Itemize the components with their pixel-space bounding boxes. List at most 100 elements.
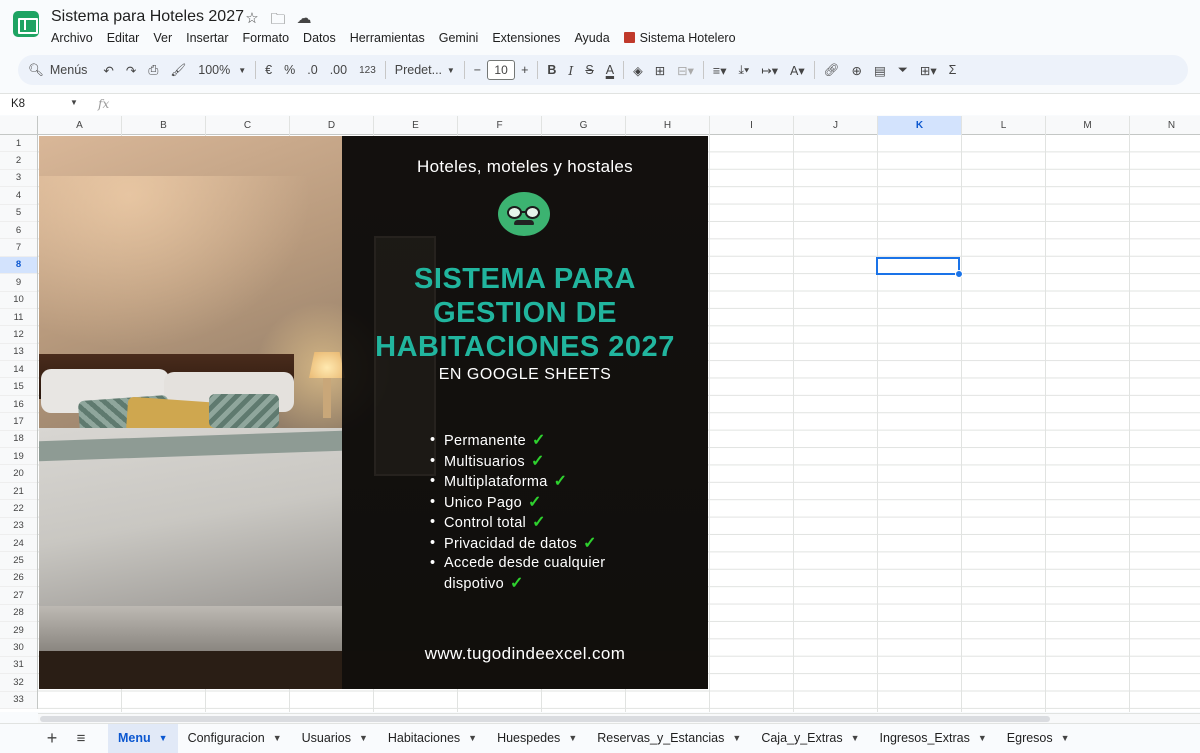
increase-decimals-button[interactable]: .00 <box>324 58 353 82</box>
column-header[interactable]: C <box>206 116 290 135</box>
row-header[interactable]: 14 <box>0 361 37 379</box>
menu-insertar[interactable]: Insertar <box>179 30 235 46</box>
name-box[interactable]: K8 <box>11 98 25 110</box>
row-header[interactable]: 27 <box>0 587 37 605</box>
vertical-align-icon[interactable]: ⤓▾ <box>733 58 756 82</box>
horizontal-scrollbar[interactable] <box>38 713 1200 723</box>
column-header[interactable]: E <box>374 116 458 135</box>
column-header[interactable]: D <box>290 116 374 135</box>
column-header[interactable]: M <box>1046 116 1130 135</box>
fill-color-icon[interactable]: ◈ <box>627 58 649 82</box>
text-color-button[interactable]: A <box>600 58 620 82</box>
redo-icon[interactable]: ↷ <box>120 58 142 82</box>
more-formats-button[interactable]: 123 <box>353 58 382 82</box>
menu-search[interactable]: 🔍︎ Menús <box>18 58 97 82</box>
sheet-tab-caja[interactable]: Caja_y_Extras ▼ <box>751 724 869 753</box>
row-header[interactable]: 31 <box>0 657 37 675</box>
column-header[interactable]: L <box>962 116 1046 135</box>
row-header[interactable]: 1 <box>0 135 37 153</box>
menu-herramientas[interactable]: Herramientas <box>343 30 432 46</box>
row-header[interactable]: 15 <box>0 378 37 396</box>
chevron-down-icon[interactable]: ▼ <box>70 98 78 107</box>
insert-comment-icon[interactable]: ⊕ <box>846 58 868 82</box>
row-header[interactable]: 16 <box>0 396 37 414</box>
font-select[interactable]: Predet... ▼ <box>389 58 461 82</box>
row-header[interactable]: 13 <box>0 344 37 362</box>
merge-cells-icon[interactable]: ⊟▾ <box>671 58 700 82</box>
menu-sistema-hotelero[interactable]: Sistema Hotelero <box>617 30 743 46</box>
currency-format-button[interactable]: € <box>259 58 278 82</box>
sheet-tab-configuracion[interactable]: Configuracion ▼ <box>178 724 292 753</box>
row-header[interactable]: 12 <box>0 326 37 344</box>
functions-button[interactable]: Σ <box>943 58 963 82</box>
horizontal-align-icon[interactable]: ≡▾ <box>707 58 733 82</box>
row-header[interactable]: 29 <box>0 622 37 640</box>
menu-gemini[interactable]: Gemini <box>432 30 486 46</box>
promo-banner-image[interactable]: Hoteles, moteles y hostales SISTEMA PARA… <box>39 136 708 689</box>
row-header[interactable]: 2 <box>0 152 37 170</box>
font-size-input[interactable]: 10 <box>487 60 516 80</box>
row-header[interactable]: 7 <box>0 239 37 257</box>
sheet-tab-ingresos[interactable]: Ingresos_Extras ▼ <box>870 724 997 753</box>
scrollbar-thumb[interactable] <box>40 716 1050 722</box>
spreadsheet-grid[interactable]: A B C D E F G H I J K L M N 1 2 3 4 5 6 7 8 9 10 1… <box>0 116 1200 712</box>
borders-icon[interactable]: ⊞ <box>649 58 671 82</box>
sheets-logo-icon[interactable] <box>13 11 39 37</box>
menu-ver[interactable]: Ver <box>146 30 179 46</box>
add-sheet-icon[interactable]: + <box>38 728 66 749</box>
row-header[interactable]: 25 <box>0 552 37 570</box>
row-header[interactable]: 19 <box>0 448 37 466</box>
column-header[interactable]: G <box>542 116 626 135</box>
column-header[interactable]: F <box>458 116 542 135</box>
document-title[interactable]: Sistema para Hoteles 2027 <box>51 8 244 26</box>
bold-button[interactable]: B <box>541 58 562 82</box>
font-size-decrease-button[interactable]: − <box>468 58 487 82</box>
paint-format-icon[interactable]: 🖌︎ <box>164 58 192 82</box>
insert-link-icon[interactable]: 🔗︎ <box>818 58 846 82</box>
row-header[interactable]: 32 <box>0 674 37 692</box>
row-header[interactable]: 10 <box>0 292 37 309</box>
row-header[interactable]: 5 <box>0 205 37 222</box>
menu-ayuda[interactable]: Ayuda <box>567 30 616 46</box>
menu-datos[interactable]: Datos <box>296 30 343 46</box>
row-header[interactable]: 3 <box>0 170 37 188</box>
row-header[interactable]: 18 <box>0 431 37 449</box>
column-header[interactable]: A <box>38 116 122 135</box>
text-wrap-icon[interactable]: ↦▾ <box>755 58 784 82</box>
all-sheets-icon[interactable]: ≡ <box>66 730 96 747</box>
font-size-increase-button[interactable]: + <box>515 58 534 82</box>
filter-views-icon[interactable]: ⊞▾ <box>914 58 943 82</box>
zoom-select[interactable]: 100% ▼ <box>192 58 252 82</box>
row-header[interactable]: 23 <box>0 518 37 535</box>
row-header[interactable]: 24 <box>0 535 37 553</box>
print-icon[interactable]: ⎙ <box>142 58 164 82</box>
sheet-tab-reservas[interactable]: Reservas_y_Estancias ▼ <box>587 724 751 753</box>
row-header[interactable]: 26 <box>0 570 37 588</box>
menu-editar[interactable]: Editar <box>100 30 147 46</box>
column-header[interactable]: N <box>1130 116 1200 135</box>
row-header[interactable]: 21 <box>0 483 37 501</box>
select-all-corner[interactable] <box>0 116 38 135</box>
decrease-decimals-button[interactable]: .0 <box>301 58 323 82</box>
column-header[interactable]: H <box>626 116 710 135</box>
row-header[interactable]: 17 <box>0 413 37 431</box>
column-header[interactable]: B <box>122 116 206 135</box>
percent-format-button[interactable]: % <box>278 58 301 82</box>
filter-icon[interactable]: ⏷ <box>892 58 914 82</box>
column-header-selected[interactable]: K <box>878 116 962 135</box>
sheet-tab-habitaciones[interactable]: Habitaciones ▼ <box>378 724 487 753</box>
italic-button[interactable]: I <box>562 58 579 82</box>
row-header[interactable]: 30 <box>0 639 37 657</box>
row-header[interactable]: 22 <box>0 500 37 518</box>
menu-extensiones[interactable]: Extensiones <box>485 30 567 46</box>
sheet-tab-usuarios[interactable]: Usuarios ▼ <box>292 724 378 753</box>
column-header[interactable]: I <box>710 116 794 135</box>
menu-archivo[interactable]: Archivo <box>44 30 100 46</box>
row-header[interactable]: 11 <box>0 309 37 327</box>
column-header[interactable]: J <box>794 116 878 135</box>
sheet-tab-menu[interactable]: Menu ▼ <box>108 723 178 753</box>
row-header[interactable]: 20 <box>0 465 37 483</box>
text-rotation-icon[interactable]: A▾ <box>784 58 811 82</box>
row-header[interactable]: 33 <box>0 692 37 709</box>
undo-icon[interactable]: ↶ <box>97 58 119 82</box>
